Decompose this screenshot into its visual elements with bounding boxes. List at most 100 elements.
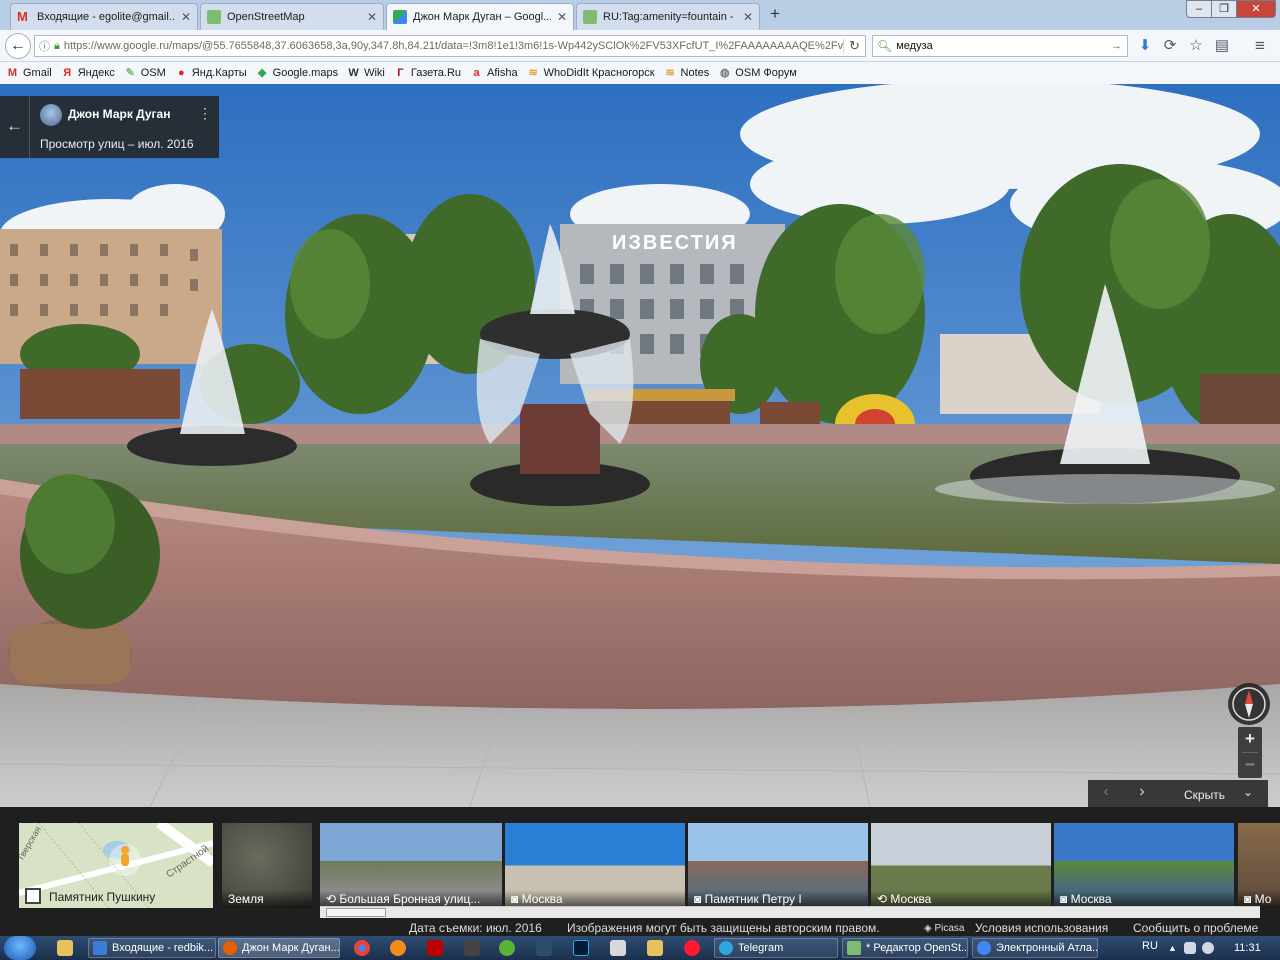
bookmark-label: WhoDidIt Красногорск (543, 67, 655, 79)
street-view-icon: ⟲ (877, 892, 891, 906)
chevron-left-icon[interactable]: ‹ (1096, 783, 1116, 801)
tab-osm-wiki[interactable]: RU:Tag:amenity=fountain - ... ✕ (576, 3, 760, 30)
close-icon[interactable]: ✕ (743, 10, 753, 24)
more-vert-icon[interactable]: ⋮ (198, 105, 212, 122)
bookmark-rss[interactable]: ≋ Notes (664, 67, 710, 80)
chrome-icon[interactable] (354, 940, 370, 956)
close-icon[interactable]: ✕ (557, 10, 567, 24)
new-tab-button[interactable]: + (764, 5, 786, 25)
tab-gmail[interactable]: M Входящие - egolite@gmail.... ✕ (10, 3, 198, 30)
bookmark-rss[interactable]: ≋ WhoDidIt Красногорск (527, 67, 655, 80)
taskbar-item-firefox[interactable]: Джон Марк Дуган... (218, 938, 340, 958)
bookmark-label: Янд.Карты (191, 67, 247, 79)
close-icon[interactable]: ✕ (181, 10, 191, 24)
tray-expand-icon[interactable]: ▲ (1168, 944, 1177, 953)
close-icon[interactable]: ✕ (367, 10, 377, 24)
back-arrow-icon[interactable]: ← (0, 96, 30, 158)
yandex-icon: Я (63, 66, 72, 79)
bookmark-label: Газета.Ru (410, 67, 462, 79)
taskbar-item-thunderbird[interactable]: Входящие - redbik... (88, 938, 216, 958)
carousel-controls: ‹ › Скрыть ⌄ (1088, 780, 1268, 808)
close-window-button[interactable]: ✕ (1236, 0, 1276, 18)
explorer-icon[interactable] (57, 940, 73, 956)
opera-icon[interactable] (684, 940, 700, 956)
notepad-icon[interactable] (610, 940, 626, 956)
clock[interactable]: 11:31 (1234, 942, 1261, 954)
chevron-right-icon[interactable]: › (1132, 783, 1152, 801)
bookmark-label: Яндекс (77, 67, 115, 79)
tab-openstreetmap[interactable]: OpenStreetMap ✕ (200, 3, 384, 30)
carousel-card-photo[interactable]: ◙ Памятник Петру I (688, 823, 868, 908)
report-problem-link[interactable]: Сообщить о проблеме (1133, 921, 1258, 935)
star-icon[interactable]: ☆ (1188, 38, 1204, 54)
map-card-label: Памятник Пушкину (49, 890, 156, 904)
filezilla-icon[interactable] (427, 940, 443, 956)
avatar[interactable] (40, 104, 62, 126)
street-view-panorama[interactable]: ИЗВЕСТИЯ (0, 84, 1280, 807)
bookmark-google-maps[interactable]: ◆ Google.maps (256, 67, 338, 80)
utorrent-icon[interactable] (499, 940, 515, 956)
bookmark-yandex[interactable]: Я Яндекс (61, 66, 115, 80)
folder-icon[interactable] (647, 940, 663, 956)
avast-icon[interactable] (390, 940, 406, 956)
bookmark-label: Notes (680, 67, 710, 79)
bookmark-map-pin[interactable]: ● Янд.Карты (175, 67, 247, 80)
taskbar-item-telegram[interactable]: Telegram (714, 938, 838, 958)
taskbar-item-josm[interactable]: * Редактор OpenSt... (842, 938, 968, 958)
bookmark-gazeta[interactable]: Г Газета.Ru (394, 67, 461, 80)
scrollbar-thumb[interactable] (326, 908, 386, 917)
tray-volume-icon[interactable] (1202, 942, 1214, 954)
tray-network-icon[interactable] (1184, 942, 1196, 954)
info-icon[interactable]: ⓘ (39, 38, 50, 54)
bookmark-afisha[interactable]: a Afisha (470, 67, 518, 80)
carousel-card-photo[interactable]: ⟲ Москва (871, 823, 1051, 908)
bookmarks-menu-icon[interactable]: ▤ (1214, 38, 1230, 54)
compass-icon[interactable] (1228, 683, 1270, 725)
address-bar[interactable]: ⓘ 🔒︎ https://www.google.ru/maps/@55.7655… (34, 35, 866, 57)
bookmark-label: OSM Форум (735, 67, 797, 79)
bookmark-wikipedia[interactable]: W Wiki (347, 67, 384, 80)
nrg-icon[interactable] (464, 940, 480, 956)
expand-icon[interactable] (25, 888, 41, 904)
double-chevron-down-icon[interactable]: ⌄ (1238, 785, 1258, 799)
bookmark-forum[interactable]: ◍ OSM Форум (718, 67, 797, 80)
gmail-icon: M (17, 9, 28, 24)
sync-icon[interactable]: ⟳ (1162, 38, 1178, 54)
bookmark-gmail[interactable]: M Gmail (6, 67, 52, 80)
tab-google-maps[interactable]: Джон Марк Дуган – Googl... ✕ (386, 3, 574, 30)
hide-carousel-button[interactable]: Скрыть (1184, 788, 1225, 802)
search-engine-icon[interactable]: 🔍︎ (877, 39, 892, 53)
lightroom-icon[interactable] (536, 940, 552, 956)
reload-icon[interactable]: ↻ (843, 38, 865, 54)
carousel-card-map[interactable]: Страстной Тверская Памятник Пушкину (19, 823, 213, 908)
carousel-card-earth[interactable]: Земля (222, 823, 312, 908)
taskbar-item-atlas[interactable]: Электронный Атла... (972, 938, 1098, 958)
zoom-in-button[interactable]: + (1238, 727, 1262, 751)
bookmark-osm[interactable]: ✎ OSM (124, 67, 166, 80)
photoshop-icon[interactable] (573, 940, 589, 956)
windows-start-icon[interactable] (4, 936, 36, 960)
download-icon[interactable]: ⬇ (1137, 38, 1153, 54)
street-view-icon: ⟲ (326, 892, 340, 906)
maximize-button[interactable]: ❐ (1211, 0, 1237, 18)
camera-icon: ◙ (694, 892, 705, 906)
carousel-card-photo[interactable]: ◙ Москва (1054, 823, 1234, 908)
menu-icon[interactable]: ≡ (1252, 37, 1268, 54)
zoom-out-button[interactable]: − (1238, 753, 1262, 777)
minimize-button[interactable]: – (1186, 0, 1212, 18)
url-text[interactable]: https://www.google.ru/maps/@55.7655848,3… (64, 40, 843, 52)
search-go-icon[interactable]: → (1111, 40, 1127, 52)
carousel-card-photo[interactable]: ◙ Москва (505, 823, 685, 908)
language-indicator[interactable]: RU (1142, 940, 1158, 952)
back-button[interactable]: ← (5, 33, 31, 59)
picasa-logo[interactable]: ◈ Picasa (924, 923, 964, 934)
terms-link[interactable]: Условия использования (975, 921, 1108, 935)
author-name[interactable]: Джон Марк Дуган (68, 107, 170, 121)
bookmark-label: Afisha (487, 67, 518, 79)
carousel-card-photo[interactable]: ◙ Мо (1238, 823, 1280, 908)
carousel-scrollbar[interactable] (320, 906, 1260, 918)
carousel-card-photo[interactable]: ⟲ Большая Бронная улиц... (320, 823, 502, 908)
search-input[interactable]: медуза (896, 40, 1111, 52)
capture-date: Дата съемки: июл. 2016 (409, 921, 542, 935)
search-bar[interactable]: 🔍︎ медуза → (872, 35, 1128, 57)
